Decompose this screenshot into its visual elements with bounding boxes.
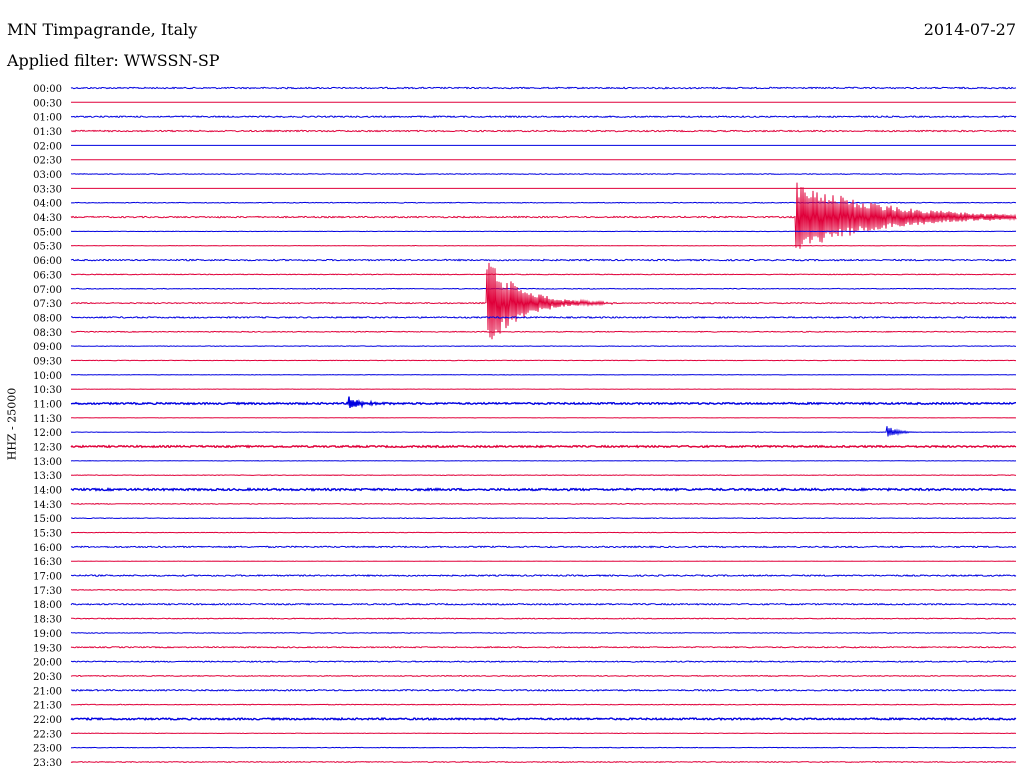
time-label: 17:00 <box>33 572 62 583</box>
time-label: 15:00 <box>33 514 62 525</box>
time-label: 21:30 <box>33 701 62 712</box>
trace-row <box>71 273 1017 276</box>
trace-row <box>70 316 1017 319</box>
time-label: 13:00 <box>33 457 62 468</box>
time-label: 21:00 <box>33 686 62 697</box>
time-label: 07:30 <box>33 299 62 310</box>
time-label: 11:30 <box>33 414 62 425</box>
time-label: 16:00 <box>33 543 62 554</box>
time-label: 11:00 <box>33 399 62 410</box>
time-label: 00:30 <box>33 98 62 109</box>
time-label: 04:30 <box>33 213 62 224</box>
trace-row <box>70 345 1017 347</box>
time-label: 06:30 <box>33 270 62 281</box>
time-label: 00:00 <box>33 84 62 95</box>
time-label: 09:00 <box>33 342 62 353</box>
trace-row <box>71 201 1017 204</box>
time-label: 23:00 <box>33 744 62 755</box>
time-label: 03:00 <box>33 170 62 181</box>
trace-row <box>70 716 1017 722</box>
time-label: 19:00 <box>33 629 62 640</box>
time-label: 02:00 <box>33 141 62 152</box>
trace-row <box>70 487 1017 492</box>
time-label: 22:00 <box>33 715 62 726</box>
trace-row <box>70 545 1017 549</box>
trace-row <box>71 574 1017 578</box>
trace-row <box>70 115 1017 119</box>
time-label: 10:00 <box>33 371 62 382</box>
time-label: 13:30 <box>33 471 62 482</box>
time-label: 09:30 <box>33 356 62 367</box>
time-label: 06:00 <box>33 256 62 267</box>
time-label: 14:30 <box>33 500 62 511</box>
seismogram-plot: 00:00 00:30 01:00 01:30 02:00 02:30 03:00 03:30… <box>33 84 1017 769</box>
trace-row <box>70 287 1017 290</box>
trace-row <box>70 746 1017 749</box>
trace-row <box>70 173 1017 176</box>
time-label: 10:30 <box>33 385 62 396</box>
trace-row <box>70 645 1017 649</box>
trace-row <box>71 660 1017 663</box>
time-label: 20:00 <box>33 658 62 669</box>
time-label: 08:30 <box>33 328 62 339</box>
time-label: 05:00 <box>33 227 62 238</box>
time-label: 12:00 <box>33 428 62 439</box>
time-label: 01:00 <box>33 113 62 124</box>
trace-row <box>70 129 1017 133</box>
trace-row <box>70 674 1017 678</box>
time-label: 05:30 <box>33 242 62 253</box>
time-label: 03:30 <box>33 184 62 195</box>
time-label: 16:30 <box>33 557 62 568</box>
trace-row <box>70 426 1017 437</box>
time-label: 15:30 <box>33 529 62 540</box>
trace-row <box>70 502 1017 505</box>
time-label: 22:30 <box>33 729 62 740</box>
time-label: 02:30 <box>33 156 62 167</box>
time-label: 04:00 <box>33 199 62 210</box>
time-label: 14:00 <box>33 486 62 497</box>
trace-row <box>70 182 1017 249</box>
time-label: 01:30 <box>33 127 62 138</box>
trace-row <box>71 703 1016 706</box>
trace-row <box>70 330 1017 333</box>
trace-row <box>70 258 1017 262</box>
time-label: 17:30 <box>33 586 62 597</box>
time-label: 18:00 <box>33 600 62 611</box>
trace-row <box>71 517 1017 520</box>
time-label: 20:30 <box>33 672 62 683</box>
time-label: 07:00 <box>33 285 62 296</box>
time-label: 18:30 <box>33 615 62 626</box>
time-label: 23:30 <box>33 758 62 769</box>
trace-row <box>70 396 1016 409</box>
trace-row <box>70 602 1017 606</box>
time-label: 12:30 <box>33 443 62 454</box>
trace-row <box>70 632 1017 634</box>
trace-row <box>70 86 1017 90</box>
trace-row <box>70 688 1017 692</box>
trace-row <box>71 589 1017 591</box>
trace-row <box>70 760 1017 764</box>
trace-row <box>70 474 1017 477</box>
time-label: 19:30 <box>33 643 62 654</box>
time-label: 08:00 <box>33 313 62 324</box>
trace-row <box>70 444 1017 449</box>
trace-row <box>70 617 1016 620</box>
